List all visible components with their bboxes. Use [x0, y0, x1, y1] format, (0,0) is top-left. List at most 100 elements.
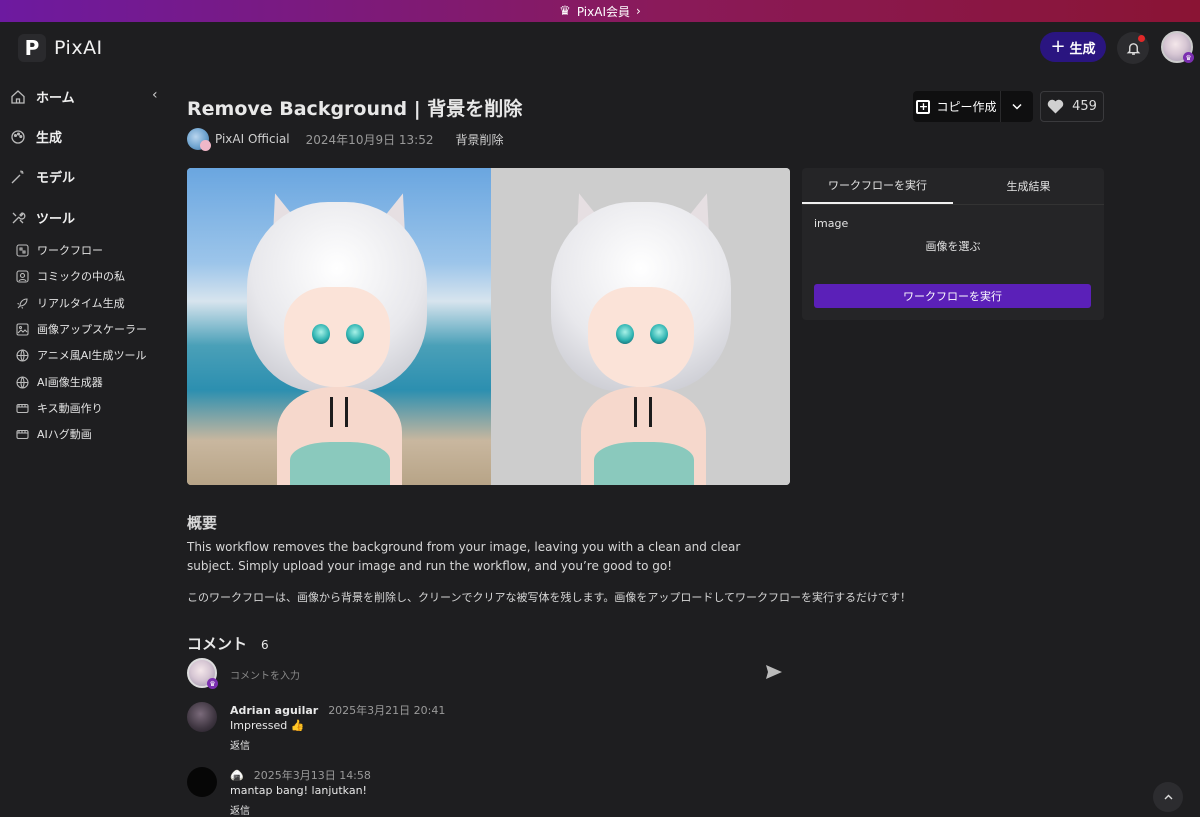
run-workflow-button[interactable]: ワークフローを実行 [814, 284, 1091, 308]
overview-heading: 概要 [187, 514, 218, 532]
character-illustration [526, 186, 756, 485]
workflow-preview-image [187, 168, 790, 485]
commenter-avatar[interactable] [187, 702, 217, 732]
tool-item-label: ワークフロー [37, 244, 103, 257]
comments-count: 6 [261, 638, 269, 652]
copy-create-button[interactable]: + コピー作成 [913, 91, 1001, 122]
membership-label: PixAI会員 [576, 4, 630, 19]
sidebar-item-label: ホーム [36, 91, 75, 106]
sidebar: ホーム ‹ 生成 モデル ツール ワークフロー コミックの中の私 リアルタイム生… [0, 74, 160, 815]
wand-icon [10, 169, 26, 185]
tool-item-label: 画像アップスケーラー [37, 323, 147, 336]
chevron-up-icon [1164, 794, 1172, 800]
tool-item-hug-video[interactable]: AIハグ動画 [16, 426, 92, 442]
overview-text-en: This workflow removes the background fro… [187, 540, 741, 573]
workflow-icon [16, 243, 29, 257]
tool-item-label: コミックの中の私 [37, 270, 125, 283]
publish-date: 2024年10月9日 13:52 [305, 132, 434, 147]
logo-text: PixAI [54, 37, 103, 59]
video-icon [16, 428, 29, 441]
notifications-button[interactable] [1117, 32, 1149, 64]
collapse-sidebar-icon[interactable]: ‹ [152, 87, 158, 103]
sidebar-item-generate[interactable]: 生成 [10, 127, 62, 146]
copy-create-button-group: + コピー作成 [913, 91, 1033, 122]
tool-item-label: アニメ風AI生成ツール [37, 349, 147, 362]
tool-item-workflow[interactable]: ワークフロー [16, 242, 103, 258]
plus-square-icon: + [916, 99, 931, 114]
rocket-icon [16, 297, 29, 310]
send-icon[interactable] [765, 663, 783, 681]
membership-banner[interactable]: ♛ PixAI会員 › [0, 0, 1200, 22]
notification-dot [1138, 35, 1145, 42]
logo[interactable]: P PixAI [18, 34, 103, 62]
palette-icon [10, 129, 26, 145]
heart-icon [1047, 99, 1064, 114]
sidebar-item-home[interactable]: ホーム [10, 87, 75, 106]
video-icon [16, 402, 29, 415]
current-user-avatar: ♛ [187, 658, 218, 689]
comment-input[interactable]: コメントを入力 [230, 667, 300, 682]
sidebar-item-models[interactable]: モデル [10, 167, 75, 186]
author-name[interactable]: PixAI Official [215, 132, 290, 146]
workflow-run-panel: ワークフローを実行 生成結果 image 画像を選ぶ ワークフローを実行 [802, 168, 1104, 320]
copy-create-label: コピー作成 [936, 100, 997, 114]
scroll-to-top-button[interactable] [1153, 782, 1183, 812]
home-icon [10, 89, 26, 105]
select-image-button[interactable]: 画像を選ぶ [802, 238, 1104, 254]
commenter-avatar[interactable] [187, 767, 217, 797]
like-count: 459 [1072, 99, 1097, 114]
image-field-label: image [814, 217, 849, 230]
user-avatar[interactable]: ♛ [1161, 31, 1194, 63]
after-image [491, 168, 790, 485]
copy-options-dropdown[interactable] [1001, 91, 1033, 122]
author-avatar[interactable] [187, 128, 211, 151]
tool-item-upscaler[interactable]: 画像アップスケーラー [16, 321, 147, 337]
plus-icon: + [1050, 36, 1066, 57]
comments-title: コメント [187, 635, 248, 653]
sidebar-item-label: モデル [36, 171, 76, 186]
character-illustration [222, 186, 452, 485]
portrait-icon [16, 269, 29, 283]
like-button[interactable]: 459 [1040, 91, 1104, 122]
overview-text-jp: このワークフローは、画像から背景を削除し、クリーンでクリアな被写体を残します。画… [187, 591, 912, 604]
image-icon [16, 322, 29, 336]
tag-label[interactable]: 背景削除 [455, 131, 503, 148]
comment-date: 2025年3月13日 14:58 [253, 769, 371, 782]
commenter-name[interactable]: Adrian aguilar [230, 704, 318, 717]
reply-button[interactable]: 返信 [230, 737, 250, 752]
tab-divider [802, 204, 1104, 205]
sidebar-item-label: ツール [36, 212, 76, 227]
crown-badge-icon: ♛ [1183, 52, 1194, 63]
tool-item-anime-ai[interactable]: アニメ風AI生成ツール [16, 347, 147, 363]
comment-date: 2025年3月21日 20:41 [328, 704, 446, 717]
crown-badge-icon: ♛ [207, 678, 218, 689]
comment-text: Impressed 👍 [230, 719, 305, 732]
commenter-name[interactable]: 🍙 [230, 769, 244, 782]
sidebar-item-tools[interactable]: ツール [10, 208, 75, 227]
comment-composer: ♛ コメントを入力 [187, 658, 787, 690]
tool-item-kiss-video[interactable]: キス動画作り [16, 400, 103, 416]
comments-heading: コメント 6 [187, 633, 269, 654]
tool-item-realtime[interactable]: リアルタイム生成 [16, 295, 125, 311]
generate-button[interactable]: + 生成 [1040, 32, 1106, 62]
comment-header: Adrian aguilar 2025年3月21日 20:41 [230, 702, 445, 718]
tab-run-workflow[interactable]: ワークフローを実行 [802, 168, 953, 204]
before-image [187, 168, 491, 485]
crown-icon: ♛ [559, 3, 571, 19]
tab-results[interactable]: 生成結果 [953, 168, 1104, 204]
tool-item-label: キス動画作り [37, 402, 103, 415]
comment-header: 🍙 2025年3月13日 14:58 [230, 767, 371, 783]
workflow-meta: PixAI Official 2024年10月9日 13:52 背景削除 [187, 128, 504, 151]
comment-text: mantap bang! lanjutkan! [230, 784, 367, 797]
tool-item-label: リアルタイム生成 [37, 297, 125, 310]
tools-icon [10, 210, 26, 226]
tool-item-ai-image[interactable]: AI画像生成器 [16, 374, 103, 390]
generate-label: 生成 [1069, 41, 1096, 57]
chevron-down-icon [1012, 103, 1022, 110]
page-title: Remove Background | 背景を削除 [187, 98, 523, 120]
tool-item-label: AIハグ動画 [37, 428, 92, 441]
tool-item-comic[interactable]: コミックの中の私 [16, 268, 125, 284]
globe-icon [16, 375, 29, 389]
chevron-right-icon: › [636, 4, 641, 18]
logo-mark: P [18, 34, 46, 62]
